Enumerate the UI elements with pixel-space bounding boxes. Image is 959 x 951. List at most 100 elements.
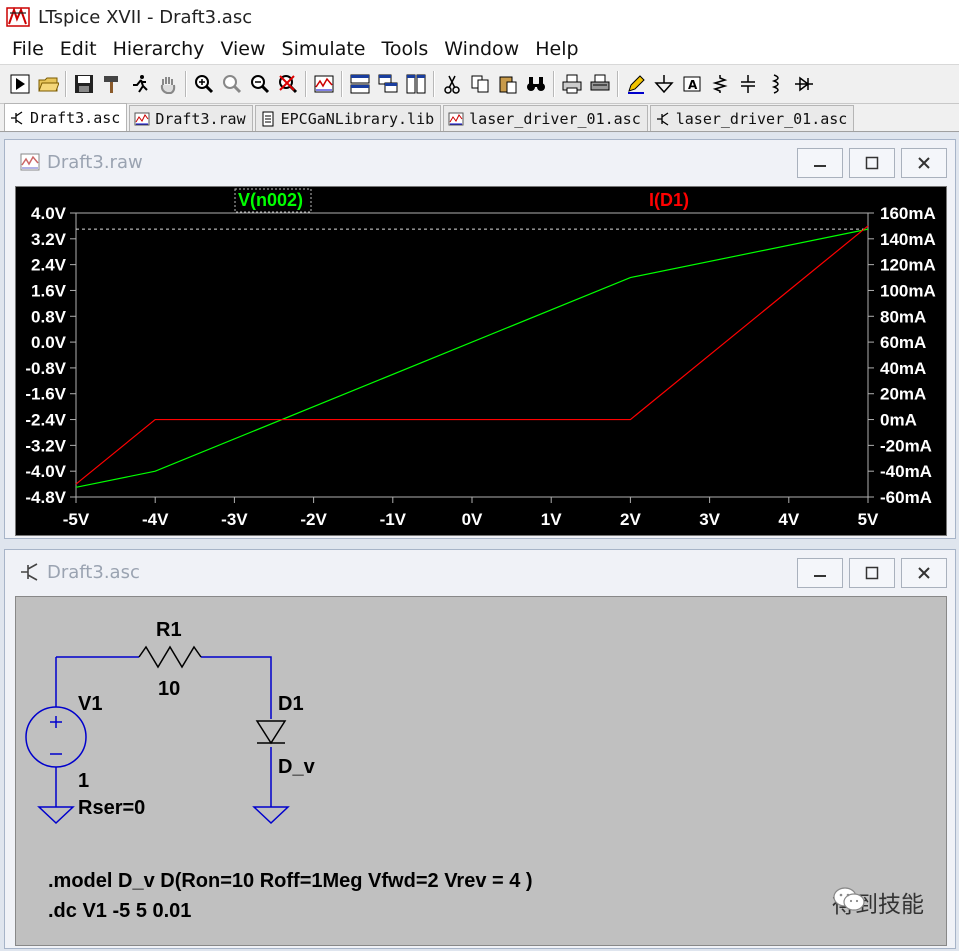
diode-icon[interactable] <box>790 69 818 99</box>
trace-v-n002[interactable] <box>75 228 869 488</box>
x-tick-label: -3V <box>221 510 248 529</box>
waveform-plot[interactable]: -5V -4V -3V -2V -1V 0V 1V 2V 3V 4V 5V 4.0V 3.2V 2.4V 1… <box>15 186 947 536</box>
tab-draft3-raw[interactable]: Draft3.raw <box>129 105 253 131</box>
zoom-out-icon[interactable] <box>246 69 274 99</box>
menu-edit[interactable]: Edit <box>52 38 105 60</box>
menu-hierarchy[interactable]: Hierarchy <box>105 38 213 60</box>
waveform-window-titlebar[interactable]: Draft3.raw <box>5 140 955 184</box>
tab-epcganlibrary-lib[interactable]: EPCGaNLibrary.lib <box>254 105 442 131</box>
menu-help[interactable]: Help <box>527 38 586 60</box>
toolbar: A <box>0 64 959 104</box>
tab-draft3-asc[interactable]: Draft3.asc <box>4 103 128 131</box>
ground-icon[interactable] <box>252 806 290 825</box>
minimize-button[interactable] <box>797 558 843 588</box>
close-button[interactable] <box>901 148 947 178</box>
y-right-tick-label: 100mA <box>880 281 936 300</box>
print-setup-icon[interactable] <box>586 69 614 99</box>
wire[interactable] <box>201 656 272 719</box>
schematic-window-title: Draft3.asc <box>47 561 140 583</box>
ground-icon[interactable] <box>650 69 678 99</box>
toolbar-separator <box>65 71 67 97</box>
toolbar-separator <box>305 71 307 97</box>
d1-name-label[interactable]: D1 <box>278 693 304 715</box>
inductor-icon[interactable] <box>762 69 790 99</box>
d1-model-label[interactable]: D_v <box>278 756 316 778</box>
print-icon[interactable] <box>558 69 586 99</box>
wechat-logo-icon <box>833 887 865 911</box>
hammer-icon[interactable] <box>98 69 126 99</box>
ground-icon[interactable] <box>37 806 75 825</box>
v1-name-label[interactable]: V1 <box>78 693 102 715</box>
minimize-button[interactable] <box>797 148 843 178</box>
pencil-icon[interactable] <box>622 69 650 99</box>
maximize-button[interactable] <box>849 148 895 178</box>
zoom-in-icon[interactable] <box>190 69 218 99</box>
toolbar-separator <box>433 71 435 97</box>
diode-d1-symbol[interactable] <box>255 720 287 745</box>
y-left-tick-label: 4.0V <box>31 204 67 223</box>
waveform-window: Draft3.raw -5V -4V -3V -2V -1V 0V 1V 2V 3V 4V 5V 4.… <box>4 139 956 539</box>
copy-icon[interactable] <box>466 69 494 99</box>
window-title: LTspice XVII - Draft3.asc <box>38 6 253 28</box>
menu-bar: File Edit Hierarchy View Simulate Tools … <box>0 34 959 64</box>
x-tick-label: -5V <box>63 510 90 529</box>
waveform-window-title: Draft3.raw <box>47 151 143 173</box>
open-folder-icon[interactable] <box>34 69 62 99</box>
save-icon[interactable] <box>70 69 98 99</box>
minimize-icon <box>814 165 826 167</box>
pan-hand-icon[interactable] <box>154 69 182 99</box>
y-right-tick-label: 60mA <box>880 333 926 352</box>
x-tick-label: -2V <box>300 510 327 529</box>
tile-horizontal-icon[interactable] <box>346 69 374 99</box>
zoom-cancel-icon[interactable] <box>274 69 302 99</box>
r1-value-label[interactable]: 10 <box>158 678 180 700</box>
y-right-tick-label: 120mA <box>880 256 936 275</box>
tile-vertical-icon[interactable] <box>402 69 430 99</box>
v1-rser-label[interactable]: Rser=0 <box>78 797 145 819</box>
y-right-tick-label: 140mA <box>880 230 936 249</box>
tab-laser-driver-asc[interactable]: laser_driver_01.asc <box>649 105 855 131</box>
open-schematic-icon[interactable] <box>6 69 34 99</box>
spice-directive-model[interactable]: .model D_v D(Ron=10 Roff=1Meg Vfwd=2 Vre… <box>48 870 533 892</box>
schematic-canvas[interactable]: R1 10 V1 1 Rser=0 D1 D_v .model D_v D(Ro… <box>15 596 947 946</box>
v1-value-label[interactable]: 1 <box>78 770 89 792</box>
menu-view[interactable]: View <box>212 38 273 60</box>
trace-label-i-d1[interactable]: I(D1) <box>649 190 689 210</box>
zoom-fit-icon[interactable] <box>218 69 246 99</box>
cascade-icon[interactable] <box>374 69 402 99</box>
waveform-icon[interactable] <box>310 69 338 99</box>
schematic-svg: R1 10 V1 1 Rser=0 D1 D_v .model D_v D(Ro… <box>25 619 533 922</box>
toolbar-separator <box>341 71 343 97</box>
y-right-tick-label: 160mA <box>880 204 936 223</box>
tab-laser-driver-raw[interactable]: laser_driver_01.asc <box>443 105 648 131</box>
spice-directive-dc[interactable]: .dc V1 -5 5 0.01 <box>48 900 191 922</box>
label-icon[interactable]: A <box>678 69 706 99</box>
resistor-icon[interactable] <box>706 69 734 99</box>
run-icon[interactable] <box>126 69 154 99</box>
cut-icon[interactable] <box>438 69 466 99</box>
schematic-window-titlebar[interactable]: Draft3.asc <box>5 550 955 594</box>
document-icon <box>262 111 274 126</box>
capacitor-icon[interactable] <box>734 69 762 99</box>
toolbar-separator <box>617 71 619 97</box>
menu-simulate[interactable]: Simulate <box>274 38 374 60</box>
schematic-icon <box>11 110 23 125</box>
y-left-tick-label: -3.2V <box>25 436 66 455</box>
trace-i-d1[interactable] <box>75 225 869 485</box>
close-button[interactable] <box>901 558 947 588</box>
y-left-tick-label: 0.0V <box>31 333 67 352</box>
toolbar-separator <box>553 71 555 97</box>
resistor-r1-symbol[interactable] <box>138 645 202 669</box>
x-tick-label: 4V <box>778 510 799 529</box>
x-tick-label: 3V <box>699 510 720 529</box>
menu-tools[interactable]: Tools <box>373 38 436 60</box>
menu-window[interactable]: Window <box>436 38 527 60</box>
r1-name-label[interactable]: R1 <box>156 619 182 641</box>
paste-icon[interactable] <box>494 69 522 99</box>
y-right-tick-label: 40mA <box>880 359 926 378</box>
maximize-button[interactable] <box>849 558 895 588</box>
trace-label-v-n002[interactable]: V(n002) <box>238 190 303 210</box>
find-icon[interactable] <box>522 69 550 99</box>
tab-label: Draft3.raw <box>155 109 246 128</box>
menu-file[interactable]: File <box>4 38 52 60</box>
